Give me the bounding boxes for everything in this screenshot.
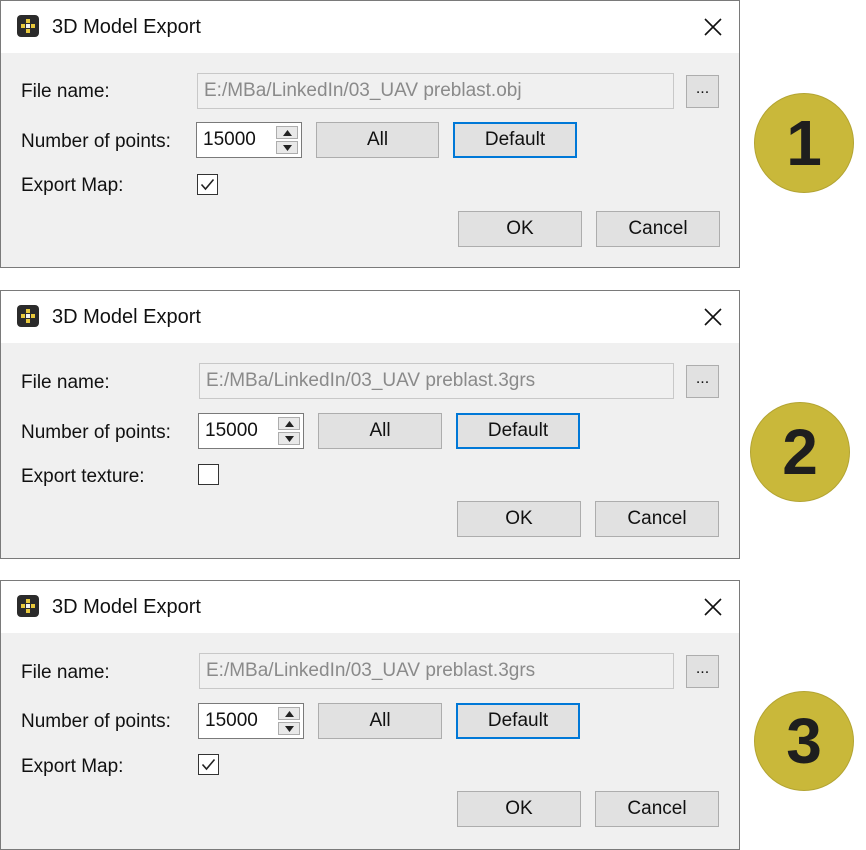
points-value[interactable]: 15000 bbox=[203, 123, 256, 157]
step-badge-3: 3 bbox=[754, 691, 854, 791]
chevron-down-icon bbox=[282, 144, 292, 151]
browse-button[interactable]: ... bbox=[686, 75, 719, 108]
app-grid-icon bbox=[17, 595, 39, 617]
cancel-button[interactable]: Cancel bbox=[596, 211, 720, 247]
file-name-label: File name: bbox=[21, 81, 110, 102]
app-grid-icon bbox=[17, 15, 39, 37]
chevron-up-icon bbox=[282, 129, 292, 136]
points-spinbox[interactable]: 15000 bbox=[196, 122, 302, 158]
export-dialog-1: 3D Model Export File name: E:/MBa/Linked… bbox=[0, 0, 740, 268]
step-badge-1: 1 bbox=[754, 93, 854, 193]
title-bar: 3D Model Export bbox=[1, 581, 739, 633]
chevron-down-icon bbox=[284, 725, 294, 732]
chevron-up-icon bbox=[284, 420, 294, 427]
export-option-label: Export Map: bbox=[21, 756, 124, 777]
checkmark-icon bbox=[200, 178, 215, 191]
export-dialog-2: 3D Model Export File name: E:/MBa/Linked… bbox=[0, 290, 740, 559]
browse-button[interactable]: ... bbox=[686, 655, 719, 688]
points-spinbox[interactable]: 15000 bbox=[198, 413, 304, 449]
export-option-label: Export Map: bbox=[21, 175, 124, 196]
spin-buttons bbox=[278, 707, 300, 735]
file-name-label: File name: bbox=[21, 372, 110, 393]
close-button[interactable] bbox=[687, 1, 739, 53]
chevron-down-icon bbox=[284, 435, 294, 442]
spin-down-button[interactable] bbox=[278, 432, 300, 445]
dialog-title: 3D Model Export bbox=[52, 306, 201, 328]
default-button[interactable]: Default bbox=[456, 413, 580, 449]
close-icon[interactable] bbox=[704, 18, 722, 36]
spin-buttons bbox=[276, 126, 298, 154]
export-checkbox[interactable] bbox=[198, 754, 219, 775]
all-button[interactable]: All bbox=[316, 122, 439, 158]
number-of-points-label: Number of points: bbox=[21, 711, 171, 732]
spin-up-button[interactable] bbox=[278, 707, 300, 720]
export-dialog-3: 3D Model Export File name: E:/MBa/Linked… bbox=[0, 580, 740, 850]
checkmark-icon bbox=[201, 758, 216, 771]
file-name-field[interactable]: E:/MBa/LinkedIn/03_UAV preblast.3grs bbox=[199, 363, 674, 399]
ok-button[interactable]: OK bbox=[457, 791, 581, 827]
number-of-points-label: Number of points: bbox=[21, 131, 171, 152]
all-button[interactable]: All bbox=[318, 413, 442, 449]
app-grid-icon bbox=[17, 305, 39, 327]
chevron-up-icon bbox=[284, 710, 294, 717]
ok-button[interactable]: OK bbox=[457, 501, 581, 537]
close-icon[interactable] bbox=[704, 598, 722, 616]
step-badge-2: 2 bbox=[750, 402, 850, 502]
default-button[interactable]: Default bbox=[456, 703, 580, 739]
default-button[interactable]: Default bbox=[453, 122, 577, 158]
export-checkbox[interactable] bbox=[198, 464, 219, 485]
export-checkbox[interactable] bbox=[197, 174, 218, 195]
spin-up-button[interactable] bbox=[278, 417, 300, 430]
close-button[interactable] bbox=[687, 291, 739, 343]
cancel-button[interactable]: Cancel bbox=[595, 791, 719, 827]
export-option-label: Export texture: bbox=[21, 466, 145, 487]
close-icon[interactable] bbox=[704, 308, 722, 326]
all-button[interactable]: All bbox=[318, 703, 442, 739]
number-of-points-label: Number of points: bbox=[21, 422, 171, 443]
title-bar: 3D Model Export bbox=[1, 291, 739, 343]
file-name-field[interactable]: E:/MBa/LinkedIn/03_UAV preblast.obj bbox=[197, 73, 674, 109]
spin-buttons bbox=[278, 417, 300, 445]
spin-down-button[interactable] bbox=[278, 722, 300, 735]
points-spinbox[interactable]: 15000 bbox=[198, 703, 304, 739]
dialog-title: 3D Model Export bbox=[52, 596, 201, 618]
file-name-field[interactable]: E:/MBa/LinkedIn/03_UAV preblast.3grs bbox=[199, 653, 674, 689]
spin-down-button[interactable] bbox=[276, 141, 298, 154]
points-value[interactable]: 15000 bbox=[205, 704, 258, 738]
title-bar: 3D Model Export bbox=[1, 1, 739, 53]
close-button[interactable] bbox=[687, 581, 739, 633]
spin-up-button[interactable] bbox=[276, 126, 298, 139]
browse-button[interactable]: ... bbox=[686, 365, 719, 398]
points-value[interactable]: 15000 bbox=[205, 414, 258, 448]
ok-button[interactable]: OK bbox=[458, 211, 582, 247]
dialog-title: 3D Model Export bbox=[52, 16, 201, 38]
cancel-button[interactable]: Cancel bbox=[595, 501, 719, 537]
file-name-label: File name: bbox=[21, 662, 110, 683]
